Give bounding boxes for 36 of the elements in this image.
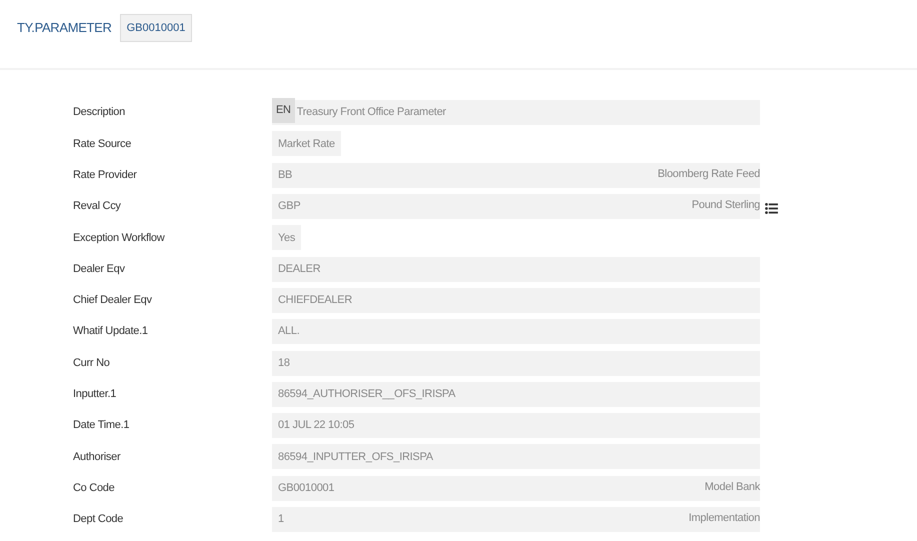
enrichment-text: Model Bank	[704, 480, 760, 495]
input-field[interactable]: 1 Implementation	[272, 507, 760, 532]
field-label: Curr No	[72, 356, 111, 371]
field-label: Chief Dealer Eqv	[72, 293, 153, 308]
enrichment-text: Pound Sterling	[692, 198, 760, 214]
record-id: GB0010001	[120, 14, 192, 42]
field-label: Co Code	[72, 480, 116, 496]
field-label: Authoriser	[72, 450, 122, 465]
input-field[interactable]: Market Rate	[272, 131, 341, 156]
page-title: TY.PARAMETER	[17, 19, 112, 38]
input-field[interactable]: Yes	[272, 225, 302, 250]
field-label: Inputter.1	[72, 387, 118, 402]
input-field[interactable]: GBP Pound Sterling	[272, 194, 760, 220]
field-label: Rate Provider	[72, 168, 138, 183]
input-field[interactable]: GB0010001 Model Bank	[272, 476, 760, 501]
language-tag: EN	[272, 98, 295, 124]
field-label: Reval Ccy	[72, 199, 122, 214]
field-label: Rate Source	[72, 136, 132, 152]
list-icon[interactable]	[765, 202, 778, 214]
field-label: Dept Code	[72, 512, 124, 528]
input-field[interactable]: CHIEFDEALER	[272, 288, 760, 313]
input-field[interactable]: 01 JUL 22 10:05	[272, 413, 760, 438]
input-field[interactable]: 86594_AUTHORISER__OFS_IRISPA	[272, 382, 760, 407]
input-field[interactable]: EN Treasury Front Office Parameter	[272, 100, 760, 126]
field-label: Exception Workflow	[72, 230, 166, 246]
input-field[interactable]: ALL.	[272, 319, 760, 344]
enrichment-text: Bloomberg Rate Feed	[658, 166, 760, 182]
field-label: Description	[72, 105, 126, 120]
input-field[interactable]: 86594_INPUTTER_OFS_IRISPA	[272, 444, 760, 470]
input-field[interactable]: 18	[272, 350, 760, 376]
field-label: Date Time.1	[72, 418, 130, 434]
input-field[interactable]: BB Bloomberg Rate Feed	[272, 162, 760, 188]
field-label: Whatif Update.1	[72, 324, 149, 340]
enrichment-text: Implementation	[688, 511, 760, 526]
field-label: Dealer Eqv	[72, 262, 126, 277]
input-field[interactable]: DEALER	[272, 256, 760, 282]
